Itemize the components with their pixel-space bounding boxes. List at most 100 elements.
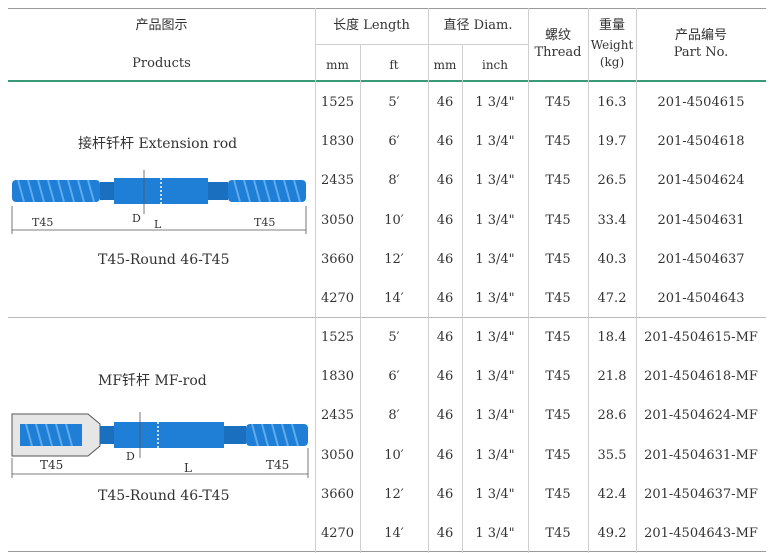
header-unit-inch: inch: [481, 58, 508, 72]
cell-inch: 1 3/4": [475, 369, 515, 384]
cell-part: 201-4504643-MF: [644, 526, 758, 541]
cell-weight: 28.6: [597, 408, 627, 423]
diagram-left-label: T45: [40, 458, 63, 472]
header-unit-mm: mm: [326, 58, 349, 72]
cell-inch: 1 3/4": [475, 95, 515, 110]
product-title: MF钎杆 MF-rod: [98, 373, 207, 389]
col-sep: [588, 8, 589, 553]
cell-mm: 3660: [320, 252, 355, 267]
diagram-right-label: T45: [254, 216, 275, 229]
product-caption: T45-Round 46-T45: [98, 252, 230, 268]
cell-mm: 4270: [320, 291, 355, 306]
cell-inch: 1 3/4": [475, 213, 515, 228]
product-caption: T45-Round 46-T45: [98, 488, 230, 504]
cell-ft: 12′: [384, 252, 404, 267]
cell-inch: 1 3/4": [475, 173, 515, 188]
header-weight-cn: 重量: [598, 18, 625, 33]
cell-thread: T45: [545, 526, 571, 541]
cell-part: 201-4504637-MF: [644, 487, 758, 502]
cell-weight: 40.3: [597, 252, 627, 267]
cell-dmm: 46: [436, 134, 454, 149]
cell-inch: 1 3/4": [475, 252, 515, 267]
cell-dmm: 46: [436, 252, 454, 267]
cell-ft: 5′: [388, 95, 400, 110]
cell-inch: 1 3/4": [475, 448, 515, 463]
cell-dmm: 46: [436, 173, 454, 188]
cell-part: 201-4504618: [657, 134, 745, 149]
header-part-cn: 产品编号: [674, 28, 727, 43]
header-unit-ft: ft: [389, 58, 399, 72]
cell-mm: 3050: [320, 448, 355, 463]
group-divider: [8, 317, 766, 318]
cell-dmm: 46: [436, 330, 454, 345]
bottom-border: [8, 551, 766, 552]
cell-weight: 21.8: [597, 369, 627, 384]
cell-weight: 16.3: [597, 95, 627, 110]
cell-ft: 10′: [384, 213, 404, 228]
cell-mm: 1525: [320, 330, 355, 345]
cell-part: 201-4504618-MF: [644, 369, 758, 384]
cell-thread: T45: [545, 487, 571, 502]
cell-part: 201-4504637: [657, 252, 745, 267]
cell-part: 201-4504615-MF: [644, 330, 758, 345]
subheader-line: [315, 44, 528, 45]
cell-dmm: 46: [436, 369, 454, 384]
cell-part: 201-4504643: [657, 291, 745, 306]
cell-weight: 42.4: [597, 487, 627, 502]
cell-weight: 26.5: [597, 173, 627, 188]
cell-dmm: 46: [436, 526, 454, 541]
header-products-en: Products: [132, 56, 191, 71]
header-bottom-line: [8, 80, 766, 82]
cell-mm: 3050: [320, 213, 355, 228]
cell-mm: 2435: [320, 408, 355, 423]
cell-part: 201-4504631-MF: [644, 448, 758, 463]
cell-dmm: 46: [436, 95, 454, 110]
header-thread-cn: 螺纹: [544, 28, 571, 43]
cell-thread: T45: [545, 330, 571, 345]
cell-dmm: 46: [436, 291, 454, 306]
cell-ft: 6′: [388, 134, 400, 149]
col-sep: [636, 8, 637, 553]
cell-thread: T45: [545, 95, 571, 110]
diagram-left-label: T45: [32, 216, 53, 229]
cell-thread: T45: [545, 213, 571, 228]
header-products-cn: 产品图示: [135, 18, 188, 33]
cell-part: 201-4504624-MF: [644, 408, 758, 423]
cell-thread: T45: [545, 173, 571, 188]
cell-weight: 47.2: [597, 291, 627, 306]
diagram-d-label: D: [126, 450, 135, 463]
top-border: [8, 8, 766, 9]
cell-ft: 14′: [384, 526, 404, 541]
cell-thread: T45: [545, 408, 571, 423]
cell-part: 201-4504631: [657, 213, 745, 228]
cell-part: 201-4504615: [657, 95, 745, 110]
cell-inch: 1 3/4": [475, 134, 515, 149]
cell-ft: 8′: [388, 408, 400, 423]
cell-inch: 1 3/4": [475, 330, 515, 345]
extension-rod-diagram: T45 T45 D L: [11, 170, 307, 234]
col-sep: [428, 8, 429, 553]
mf-rod-diagram: T45 T45 D L: [11, 412, 309, 478]
cell-dmm: 46: [436, 213, 454, 228]
cell-weight: 18.4: [597, 330, 627, 345]
cell-inch: 1 3/4": [475, 291, 515, 306]
diagram-right-label: T45: [266, 458, 289, 472]
header-thread-en: Thread: [534, 45, 582, 60]
col-sep: [528, 8, 529, 553]
cell-ft: 8′: [388, 173, 400, 188]
diagram-l-label: L: [154, 218, 162, 231]
cell-ft: 12′: [384, 487, 404, 502]
header-diam: 直径 Diam.: [443, 18, 513, 33]
cell-dmm: 46: [436, 448, 454, 463]
cell-thread: T45: [545, 291, 571, 306]
cell-weight: 35.5: [597, 448, 627, 463]
header-length: 长度 Length: [333, 18, 410, 33]
header-weight-en: Weight: [590, 38, 634, 52]
cell-thread: T45: [545, 134, 571, 149]
cell-dmm: 46: [436, 487, 454, 502]
cell-weight: 19.7: [597, 134, 627, 149]
cell-thread: T45: [545, 369, 571, 384]
cell-thread: T45: [545, 252, 571, 267]
cell-ft: 10′: [384, 448, 404, 463]
cell-weight: 33.4: [597, 213, 627, 228]
